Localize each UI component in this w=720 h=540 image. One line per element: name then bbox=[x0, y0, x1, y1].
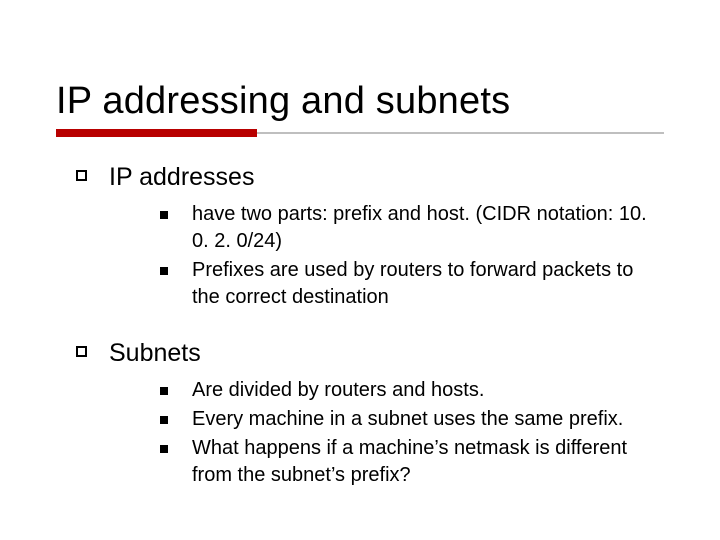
list-item: Subnets bbox=[76, 337, 664, 369]
square-outline-icon bbox=[76, 346, 87, 357]
bullet-text: have two parts: prefix and host. (CIDR n… bbox=[192, 201, 664, 255]
bullet-text: Prefixes are used by routers to forward … bbox=[192, 257, 664, 311]
list-item: What happens if a machine’s netmask is d… bbox=[160, 435, 664, 489]
square-fill-icon bbox=[160, 267, 168, 275]
square-fill-icon bbox=[160, 445, 168, 453]
list-item: have two parts: prefix and host. (CIDR n… bbox=[160, 201, 664, 255]
slide-body: IP addresses have two parts: prefix and … bbox=[56, 161, 664, 489]
square-fill-icon bbox=[160, 387, 168, 395]
bullet-text: Every machine in a subnet uses the same … bbox=[192, 406, 623, 433]
slide-title: IP addressing and subnets bbox=[56, 80, 664, 123]
square-fill-icon bbox=[160, 416, 168, 424]
list-item: Are divided by routers and hosts. bbox=[160, 377, 664, 404]
square-fill-icon bbox=[160, 211, 168, 219]
section-heading: Subnets bbox=[109, 337, 201, 369]
square-outline-icon bbox=[76, 170, 87, 181]
spacer bbox=[56, 313, 664, 331]
bullet-text: What happens if a machine’s netmask is d… bbox=[192, 435, 664, 489]
rule-gray bbox=[257, 132, 664, 134]
bullet-text: Are divided by routers and hosts. bbox=[192, 377, 484, 404]
list-item: Prefixes are used by routers to forward … bbox=[160, 257, 664, 311]
list-item: Every machine in a subnet uses the same … bbox=[160, 406, 664, 433]
slide: IP addressing and subnets IP addresses h… bbox=[0, 0, 720, 540]
section-heading: IP addresses bbox=[109, 161, 254, 193]
title-rule bbox=[56, 129, 664, 137]
rule-accent bbox=[56, 129, 257, 137]
list-item: IP addresses bbox=[76, 161, 664, 193]
